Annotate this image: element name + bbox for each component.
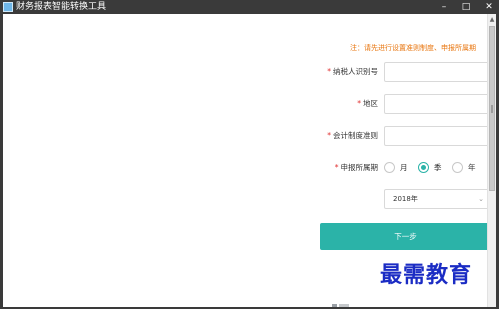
watermark: 最需教育	[380, 262, 473, 288]
period-radio-quarter[interactable]	[418, 162, 429, 173]
taxpayer-id-label: * 纳税人识别号	[323, 67, 378, 77]
scrollbar-grip	[491, 105, 493, 113]
accounting-standard-label-text: 会计制度准则	[333, 131, 378, 140]
taxpayer-id-input[interactable]	[384, 62, 496, 82]
required-mark: *	[327, 131, 331, 140]
partial-icon	[332, 304, 349, 307]
maximize-button[interactable]: □	[459, 0, 473, 14]
year-select[interactable]: 2018年 ⌄	[384, 189, 491, 209]
vertical-scrollbar[interactable]: ▲	[487, 14, 496, 307]
region-label-text: 地区	[363, 99, 378, 108]
period-radio-year[interactable]	[452, 162, 463, 173]
app-window: 财务报表智能转换工具 – □ ✕ 注：请先进行设置准则制度、申报所属期 * 纳税人…	[0, 0, 499, 309]
region-input[interactable]	[384, 94, 496, 114]
period-option-month[interactable]: 月	[400, 161, 408, 174]
period-label-text: 申报所属期	[340, 163, 379, 172]
minimize-button[interactable]: –	[437, 0, 451, 14]
period-label: * 申报所属期	[313, 163, 378, 173]
taxpayer-id-label-text: 纳税人识别号	[333, 67, 378, 76]
required-mark: *	[334, 163, 339, 172]
required-mark: *	[327, 67, 331, 76]
chevron-down-icon: ⌄	[478, 195, 484, 203]
title-bar[interactable]: 财务报表智能转换工具 – □ ✕	[0, 0, 499, 14]
year-select-value: 2018年	[393, 195, 418, 203]
next-step-button[interactable]: 下一步	[320, 223, 491, 250]
accounting-standard-label: * 会计制度准则	[313, 131, 378, 141]
app-icon	[3, 2, 13, 12]
period-radio-month[interactable]	[384, 162, 395, 173]
setup-notice: 注：请先进行设置准则制度、申报所属期	[350, 44, 476, 52]
period-option-year[interactable]: 年	[468, 161, 476, 174]
window-title: 财务报表智能转换工具	[16, 2, 107, 12]
region-label: * 地区	[323, 99, 378, 109]
arrow-up-icon[interactable]: ▲	[488, 16, 496, 24]
close-button[interactable]: ✕	[482, 0, 496, 14]
period-option-quarter[interactable]: 季	[434, 161, 442, 174]
main-content: 注：请先进行设置准则制度、申报所属期 * 纳税人识别号 * 地区 * 会计制度准则 *…	[3, 14, 496, 307]
accounting-standard-input[interactable]	[384, 126, 496, 146]
scrollbar-thumb[interactable]	[489, 26, 495, 191]
required-mark: *	[357, 99, 361, 108]
